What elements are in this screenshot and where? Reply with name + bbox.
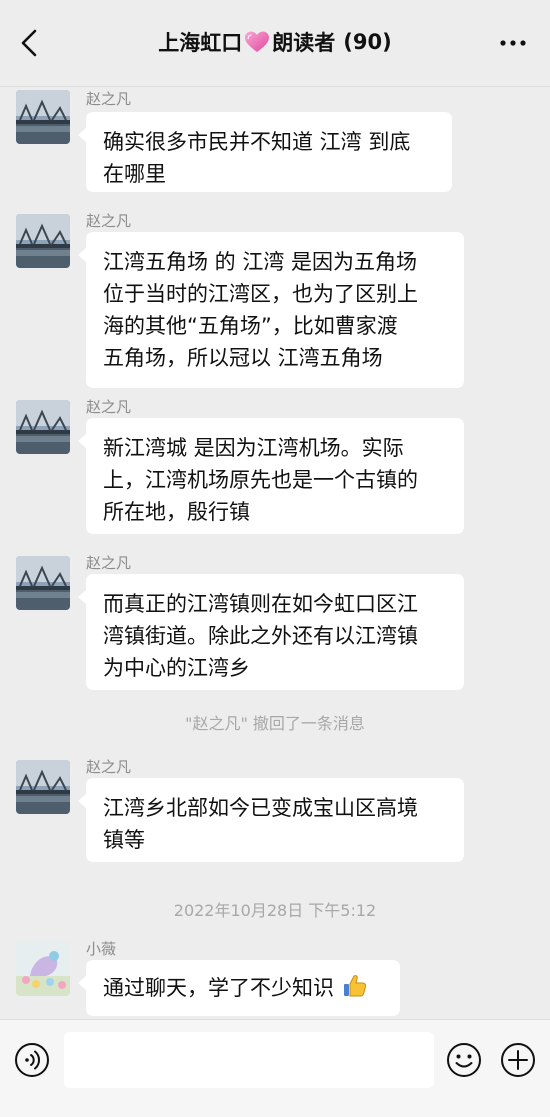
title-prefix: 上海虹口 [158,31,243,55]
message-line: 湾镇街道。除此之外还有以江湾镇 [103,624,418,648]
message-line: 江湾五角场 的 江湾 是因为五角场 [103,250,418,274]
message-bubble[interactable]: 新江湾城 是因为江湾机场。实际 上，江湾机场原先也是一个古镇的 所在地，殷行镇 [78,418,464,534]
message-line: 上，江湾机场原先也是一个古镇的 [103,468,418,492]
message-bubble[interactable]: 江湾乡北部如今已变成宝山区高境 镇等 [78,778,464,862]
message-line: 为中心的江湾乡 [103,656,250,680]
avatar[interactable] [16,400,70,454]
message-bubble[interactable]: 通过聊天，学了不少知识 [78,960,400,1016]
sender-name: 小薇 [86,940,117,958]
emoji-icon [447,1043,481,1077]
member-count: (90) [343,30,392,54]
message-line: 而真正的江湾镇则在如今虹口区江 [103,592,418,616]
message-input[interactable] [64,1032,434,1088]
message-bubble[interactable]: 确实很多市民并不知道 江湾 到底 在哪里 [78,112,452,192]
title-suffix: 朗读者 [272,31,336,55]
message-line: 所在地，殷行镇 [103,500,250,524]
sender-name: 赵之凡 [86,212,132,230]
message-bubble[interactable]: 江湾五角场 的 江湾 是因为五角场 位于当时的江湾区，也为了区别上 海的其他“五… [78,232,464,388]
sender-name: 赵之凡 [86,398,132,416]
page-title: 上海虹口 朗读者 (90) [0,27,550,57]
message-line: 新江湾城 是因为江湾机场。实际 [103,436,404,460]
chat-screen: 上海虹口 朗读者 (90) 赵之凡 确实很多市民并不知道 江湾 到底 在哪里 赵… [0,0,550,1117]
thumbs-up-icon [343,975,366,997]
more-button[interactable] [496,32,530,54]
timestamp: 2022年10月28日 下午5:12 [173,901,377,920]
plus-icon [501,1043,535,1077]
avatar[interactable] [16,90,70,144]
voice-icon [15,1043,49,1077]
sender-name: 赵之凡 [86,758,132,776]
input-bar [0,1019,550,1117]
heart-icon [245,31,270,52]
message-line: 通过聊天，学了不少知识 [103,976,334,1000]
avatar[interactable] [16,760,70,814]
message-bubble[interactable]: 而真正的江湾镇则在如今虹口区江 湾镇街道。除此之外还有以江湾镇 为中心的江湾乡 [78,574,464,690]
message-line: 确实很多市民并不知道 江湾 到底 [103,130,411,154]
avatar[interactable] [16,214,70,268]
message-line: 在哪里 [103,162,166,186]
sender-name: 赵之凡 [86,90,132,108]
message-line: 海的其他“五角场”，比如曹家渡 [103,314,398,338]
avatar[interactable] [16,942,70,996]
emoji-button[interactable] [446,1042,482,1078]
message-line: 镇等 [103,828,145,852]
message-line: 五角场，所以冠以 江湾五角场 [103,346,383,370]
recall-notice: "赵之凡" 撤回了一条消息 [185,714,365,733]
message-line: 江湾乡北部如今已变成宝山区高境 [103,796,418,820]
plus-button[interactable] [500,1042,536,1078]
message-line: 位于当时的江湾区，也为了区别上 [103,282,418,306]
chat-header: 上海虹口 朗读者 (90) [0,0,550,87]
sender-name: 赵之凡 [86,554,132,572]
avatar[interactable] [16,556,70,610]
more-dots-icon [500,40,526,46]
voice-button[interactable] [14,1042,50,1078]
